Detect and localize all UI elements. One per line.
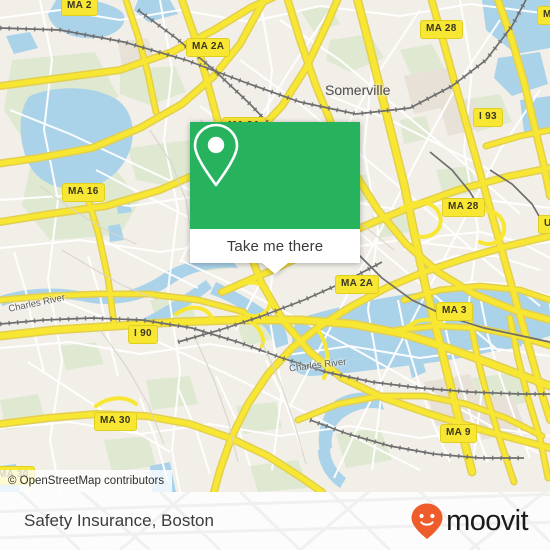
road-shield: MA 9 xyxy=(440,424,477,443)
road-shield: I 93 xyxy=(473,108,503,127)
road-shield: MA 3 xyxy=(436,302,473,321)
road-shield: MA 30 xyxy=(94,412,137,431)
road-shield: MA 28 xyxy=(420,20,463,39)
road-shield: MA 2 xyxy=(61,0,98,16)
road-shield: MA 2A xyxy=(335,275,380,294)
road-shield: I 90 xyxy=(128,325,158,344)
osm-attribution-text: © OpenStreetMap contributors xyxy=(8,475,165,487)
osm-attribution[interactable]: © OpenStreetMap contributors xyxy=(0,470,173,492)
map-pin-icon xyxy=(193,123,239,187)
road-shield: MA 2 xyxy=(537,6,550,25)
road-shield: MA 28 xyxy=(442,198,485,217)
road-shield: MA 2A xyxy=(186,38,231,57)
footer-place-title: Safety Insurance, Boston xyxy=(24,511,214,530)
map-canvas[interactable]: Somerville Charles River Charles River MA… xyxy=(0,0,550,492)
place-label: Somerville xyxy=(325,82,391,98)
moovit-logo[interactable]: moovit xyxy=(410,502,529,540)
popup-image-area xyxy=(190,122,360,229)
road-shield: US 1 xyxy=(538,215,550,234)
road-shield: MA 16 xyxy=(62,183,105,202)
location-popup[interactable]: Take me there xyxy=(190,122,360,274)
footer-bar: Safety Insurance, Boston moovit xyxy=(0,492,550,550)
moovit-smiley-pin-icon xyxy=(411,503,443,539)
map-screenshot: Somerville Charles River Charles River MA… xyxy=(0,0,550,550)
popup-pointer xyxy=(262,263,288,274)
popup-action-area[interactable]: Take me there xyxy=(190,229,360,263)
moovit-wordmark: moovit xyxy=(446,504,528,537)
take-me-there-label: Take me there xyxy=(226,237,324,255)
